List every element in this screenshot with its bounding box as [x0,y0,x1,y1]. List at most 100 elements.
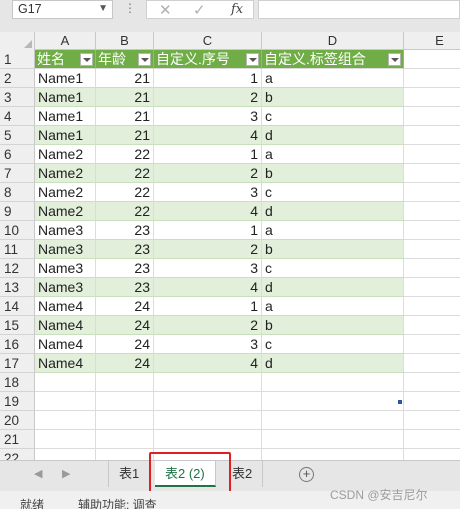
cell[interactable]: 2 [154,316,262,335]
function-icon[interactable]: fx [231,2,243,17]
cell[interactable] [404,316,460,335]
row-header[interactable]: 9 [0,202,35,221]
cell[interactable]: 22 [96,164,154,183]
column-header-a[interactable]: A [35,32,96,50]
cell[interactable]: b [262,316,404,335]
cell[interactable] [154,430,262,449]
row-header[interactable]: 3 [0,88,35,107]
row-header[interactable]: 22 [0,449,35,460]
cell[interactable] [404,202,460,221]
header-cell-name[interactable]: 姓名 [35,50,96,69]
cell[interactable] [404,183,460,202]
cell[interactable] [404,297,460,316]
cell[interactable]: b [262,88,404,107]
column-header-b[interactable]: B [96,32,154,50]
row-header[interactable]: 21 [0,430,35,449]
cell[interactable] [35,430,96,449]
cell[interactable] [404,50,460,69]
cell[interactable]: 21 [96,107,154,126]
cell[interactable]: Name2 [35,164,96,183]
cell[interactable]: 1 [154,145,262,164]
cell[interactable]: b [262,164,404,183]
row-header[interactable]: 18 [0,373,35,392]
cell[interactable] [154,411,262,430]
cell[interactable]: a [262,297,404,316]
header-cell-tag[interactable]: 自定义.标签组合 [262,50,404,69]
cell[interactable]: 22 [96,183,154,202]
cell[interactable] [404,69,460,88]
cell[interactable] [96,373,154,392]
cell[interactable] [404,88,460,107]
cell[interactable] [404,335,460,354]
cell[interactable]: Name4 [35,335,96,354]
cell[interactable] [404,145,460,164]
cell[interactable]: b [262,240,404,259]
cell[interactable]: 1 [154,297,262,316]
tab-sheet1[interactable]: 表1 [108,461,151,487]
row-header[interactable]: 11 [0,240,35,259]
cell[interactable] [154,373,262,392]
cell[interactable]: d [262,126,404,145]
cell[interactable]: 23 [96,259,154,278]
row-header[interactable]: 19 [0,392,35,411]
cell[interactable]: a [262,221,404,240]
row-header[interactable]: 16 [0,335,35,354]
cell[interactable]: 21 [96,126,154,145]
cell[interactable] [262,392,404,411]
cell[interactable]: 24 [96,297,154,316]
cell[interactable]: Name3 [35,278,96,297]
cell[interactable]: 2 [154,164,262,183]
cell[interactable]: 23 [96,278,154,297]
cell[interactable]: 23 [96,221,154,240]
select-all-button[interactable] [0,32,35,50]
cell[interactable]: 4 [154,354,262,373]
cell[interactable] [404,278,460,297]
row-header[interactable]: 14 [0,297,35,316]
cell[interactable] [262,449,404,460]
cell[interactable]: 4 [154,126,262,145]
filter-dropdown-icon[interactable] [388,53,401,66]
cell[interactable]: d [262,202,404,221]
cell[interactable]: Name1 [35,88,96,107]
cell[interactable]: Name4 [35,354,96,373]
filter-dropdown-icon[interactable] [80,53,93,66]
cell[interactable] [404,259,460,278]
filter-dropdown-icon[interactable] [246,53,259,66]
cell[interactable]: 3 [154,183,262,202]
cell[interactable]: Name3 [35,221,96,240]
cell[interactable] [154,392,262,411]
cell[interactable]: c [262,107,404,126]
accessibility-status[interactable]: 辅助功能: 调查 [78,496,157,509]
table-resize-handle[interactable] [398,400,402,404]
row-header[interactable]: 10 [0,221,35,240]
cell[interactable]: d [262,354,404,373]
cell[interactable] [404,373,460,392]
cell[interactable] [404,107,460,126]
row-header[interactable]: 8 [0,183,35,202]
cell[interactable] [404,221,460,240]
row-header[interactable]: 17 [0,354,35,373]
cell[interactable]: c [262,183,404,202]
column-header-e[interactable]: E [404,32,460,50]
cell[interactable]: 1 [154,221,262,240]
filter-dropdown-icon[interactable] [138,53,151,66]
column-header-c[interactable]: C [154,32,262,50]
scroll-tabs-left-icon[interactable]: ◀ [34,467,42,480]
cell[interactable]: c [262,259,404,278]
row-header[interactable]: 4 [0,107,35,126]
cell[interactable] [404,164,460,183]
row-header[interactable]: 20 [0,411,35,430]
cell[interactable]: 3 [154,259,262,278]
cell[interactable] [404,354,460,373]
cell[interactable] [96,430,154,449]
cell[interactable] [35,392,96,411]
cell[interactable] [262,411,404,430]
row-header[interactable]: 15 [0,316,35,335]
cell[interactable]: 21 [96,69,154,88]
cell[interactable]: 2 [154,240,262,259]
cell[interactable]: Name2 [35,145,96,164]
cell[interactable] [404,449,460,460]
header-cell-seq[interactable]: 自定义.序号 [154,50,262,69]
name-box[interactable]: G17 ▼ [12,0,113,19]
cell[interactable]: 24 [96,335,154,354]
